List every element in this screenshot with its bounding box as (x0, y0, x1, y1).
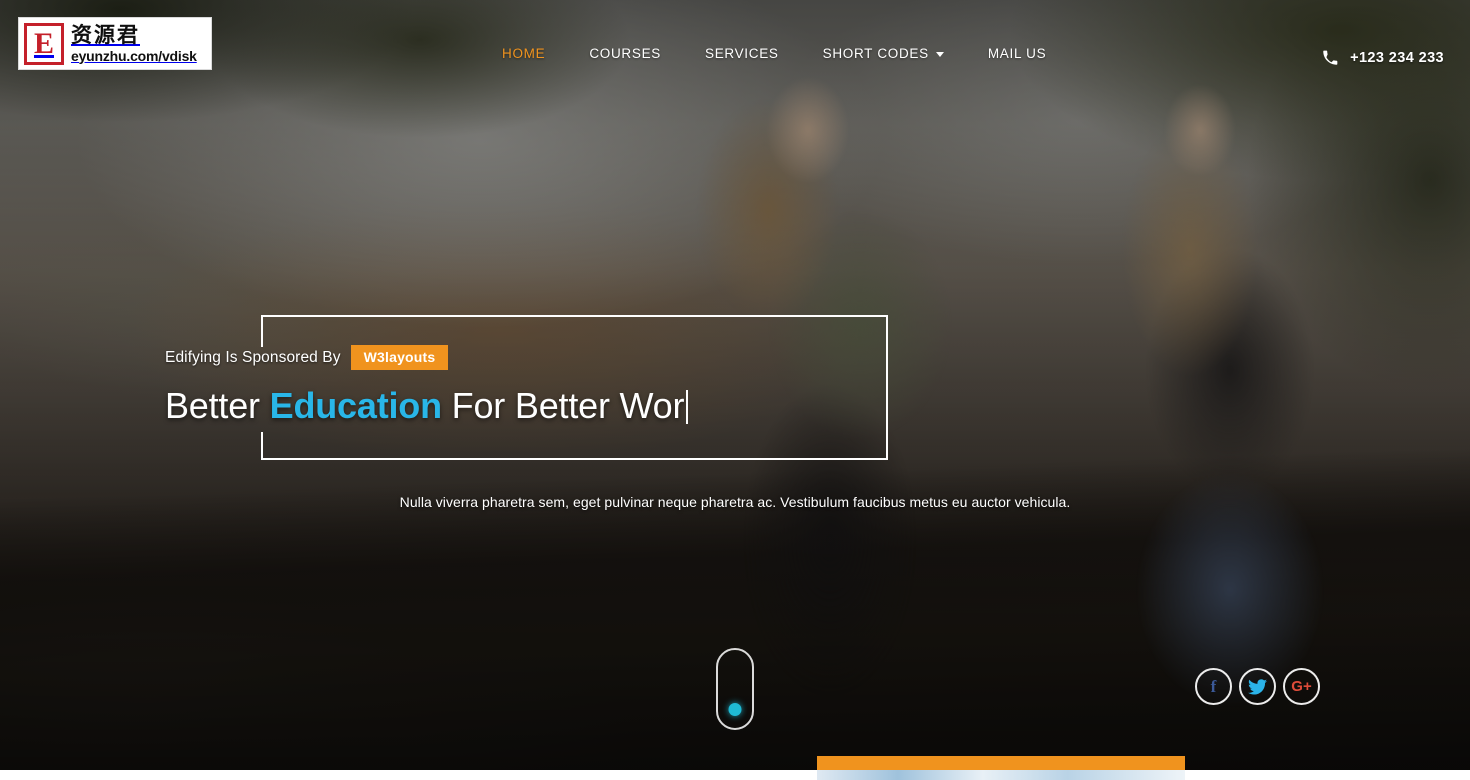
hero-title-prefix: Better (165, 385, 270, 426)
nav-label-mail-us: MAIL US (987, 46, 1047, 61)
main-navigation: HOME COURSES SERVICES SHORT CODES MAIL U… (480, 46, 1068, 61)
nav-item-courses[interactable]: COURSES (567, 46, 683, 61)
sponsor-badge[interactable]: W3layouts (350, 345, 449, 370)
hero-text-block: Edifying Is Sponsored By W3layouts Bette… (165, 345, 925, 426)
header-phone[interactable]: +123 234 233 (1322, 50, 1444, 66)
site-header: E 资源君 eyunzhu.com/vdisk HOME COURSES SER… (0, 0, 1470, 88)
phone-number: +123 234 233 (1350, 50, 1444, 66)
frame-edge-top (261, 315, 888, 317)
facebook-glyph: f (1210, 676, 1217, 696)
nav-item-services[interactable]: SERVICES (683, 46, 801, 61)
hero-title-suffix: For Better Wor (441, 385, 685, 426)
facebook-icon[interactable]: f (1195, 668, 1232, 705)
nav-item-mail-us[interactable]: MAIL US (966, 46, 1068, 61)
social-links: f G+ (1195, 668, 1320, 705)
frame-edge-left-bottom (261, 432, 263, 460)
logo-url: eyunzhu.com/vdisk (71, 47, 197, 64)
nav-label-services: SERVICES (704, 46, 779, 61)
logo-name-cn: 资源君 (71, 22, 140, 47)
typing-cursor-icon (686, 390, 689, 424)
nav-item-home[interactable]: HOME (480, 46, 567, 61)
next-section-peek (0, 748, 1470, 780)
sponsor-line: Edifying Is Sponsored By W3layouts (165, 345, 925, 370)
twitter-bird-glyph (1248, 678, 1267, 695)
frame-edge-bottom (261, 458, 888, 460)
google-plus-glyph: G+ (1291, 678, 1312, 695)
nav-label-home: HOME (502, 46, 546, 61)
scroll-wheel-dot (728, 703, 742, 716)
site-logo[interactable]: E 资源君 eyunzhu.com/vdisk (18, 17, 212, 70)
twitter-icon[interactable] (1239, 668, 1276, 705)
sponsor-label: Edifying Is Sponsored By (165, 348, 341, 366)
logo-text: 资源君 eyunzhu.com/vdisk (64, 22, 197, 64)
nav-label-courses: COURSES (589, 46, 661, 61)
hero-banner: E 资源君 eyunzhu.com/vdisk HOME COURSES SER… (0, 0, 1470, 780)
frame-edge-left-top (261, 315, 263, 347)
hero-title: Better Education For Better Wor (165, 385, 925, 426)
scroll-mouse-icon[interactable] (716, 648, 754, 730)
phone-icon (1323, 50, 1338, 65)
nav-item-short-codes[interactable]: SHORT CODES (801, 46, 966, 61)
hero-title-accent: Education (269, 385, 442, 426)
next-section-image-strip (817, 770, 1185, 780)
hero-subtitle: Nulla viverra pharetra sem, eget pulvina… (399, 494, 1071, 510)
next-section-white-strip (0, 770, 1470, 780)
logo-mark-icon: E (24, 22, 64, 65)
google-plus-icon[interactable]: G+ (1283, 668, 1320, 705)
chevron-down-icon (935, 52, 944, 57)
nav-label-short-codes: SHORT CODES (822, 46, 929, 61)
